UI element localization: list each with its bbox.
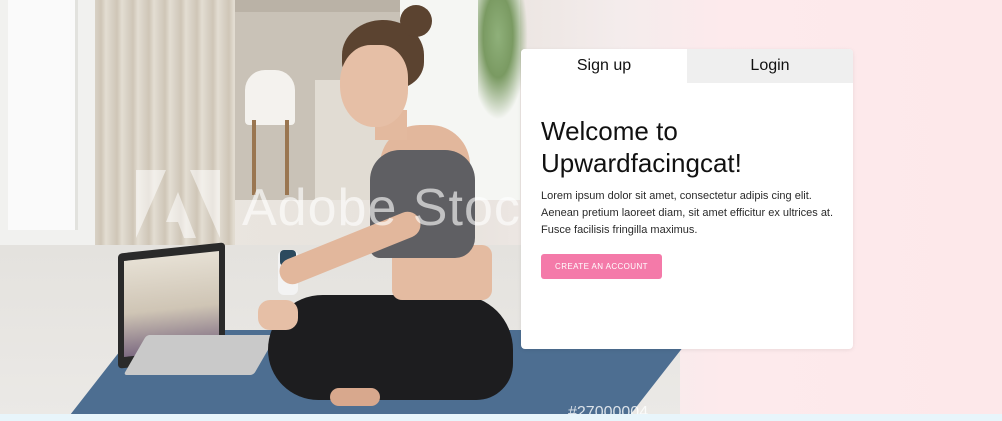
adobe-logo-icon [136, 170, 220, 238]
woman-hand [258, 300, 298, 330]
auth-tabs: Sign up Login [521, 49, 853, 83]
create-account-button[interactable]: CREATE AN ACCOUNT [541, 254, 662, 279]
watermark-text: Adobe Stoc [242, 179, 521, 237]
shelf [235, 0, 405, 12]
woman-foot [330, 388, 380, 406]
woman-legs [268, 295, 513, 400]
welcome-title: Welcome to Upwardfacingcat! [541, 116, 742, 178]
watermark-id: #27000004 [568, 404, 649, 414]
signup-card: Sign up Login Welcome to Upwardfacingcat… [521, 49, 853, 349]
woman-hair-bun [400, 5, 432, 37]
tab-sign-up[interactable]: Sign up [521, 49, 687, 83]
tab-login[interactable]: Login [687, 49, 853, 83]
bottom-strip [0, 414, 1002, 421]
window [8, 0, 78, 230]
woman-face [340, 45, 408, 127]
welcome-description: Lorem ipsum dolor sit amet, consectetur … [541, 190, 834, 236]
laptop-keyboard [123, 335, 277, 375]
chair [245, 70, 295, 125]
